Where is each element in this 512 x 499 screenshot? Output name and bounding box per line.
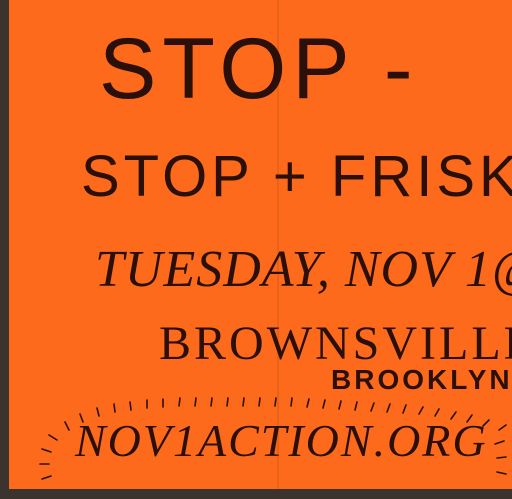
page: STOP - STOP + FRISK TUESDAY, NOV 1@ BROW… — [0, 0, 512, 499]
headline-stop: STOP - — [99, 21, 419, 117]
event-date: TUESDAY, NOV 1@ — [95, 241, 512, 298]
event-borough: BROOKLYN — [331, 364, 512, 395]
protest-poster: STOP - STOP + FRISK TUESDAY, NOV 1@ BROW… — [9, 0, 512, 489]
subhead-stop-and-frisk: STOP + FRISK — [81, 144, 512, 209]
website-text: NOV1ACTION.ORG — [75, 415, 488, 466]
event-place: BROWNSVILLE — [159, 317, 512, 370]
